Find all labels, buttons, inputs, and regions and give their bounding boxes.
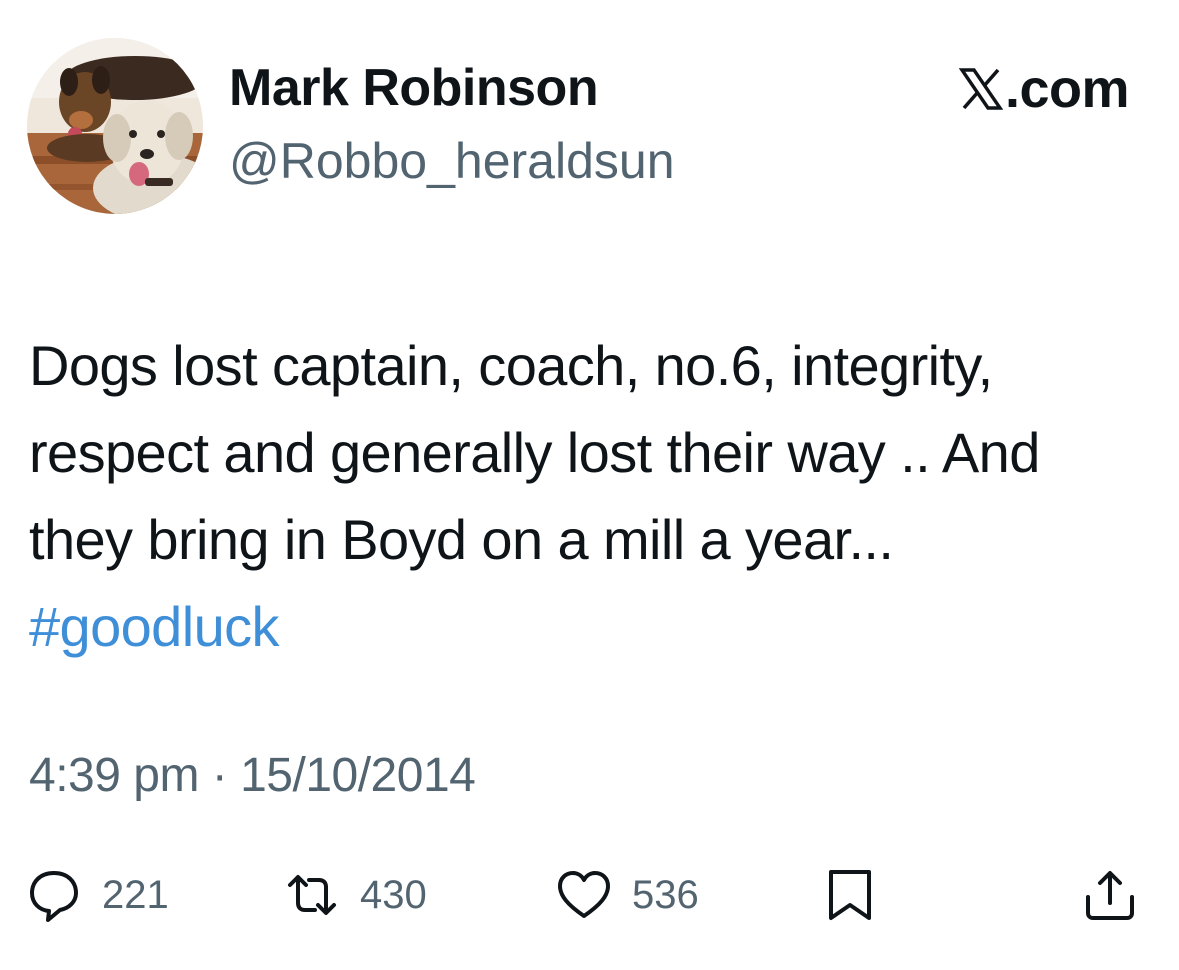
action-bar: 221 430 536 [0,860,1179,930]
bookmark-button[interactable] [822,860,878,930]
like-button[interactable]: 536 [556,860,699,930]
bookmark-icon [829,870,871,920]
tweet-timestamp: 4:39 pm · 15/10/2014 [29,748,476,803]
share-icon [1086,871,1134,920]
retweet-button[interactable]: 430 [284,860,427,930]
reply-count: 221 [102,872,169,917]
retweet-count: 430 [360,872,427,917]
retweet-icon [288,875,336,915]
reply-icon [30,871,78,922]
reply-button[interactable]: 221 [26,860,169,930]
author-display-name[interactable]: Mark Robinson [229,58,599,118]
share-button[interactable] [1082,860,1138,930]
author-handle[interactable]: @Robbo_heraldsun [229,132,675,190]
hashtag-link[interactable]: #goodluck [29,595,280,658]
tweet-text: Dogs lost captain, coach, no.6, integrit… [29,322,1149,670]
tweet-card: Mark Robinson @Robbo_heraldsun .com Dogs… [0,0,1179,970]
timestamp-separator: · [198,749,241,802]
x-logo-icon [958,68,1003,110]
like-count: 536 [632,872,699,917]
tweet-date[interactable]: 15/10/2014 [240,749,476,802]
brand-watermark: .com [958,58,1130,120]
tweet-time[interactable]: 4:39 pm [29,749,199,802]
tweet-body: Dogs lost captain, coach, no.6, integrit… [29,334,1040,571]
brand-label: .com [1004,59,1130,119]
avatar[interactable] [27,38,203,214]
heart-icon [558,871,610,918]
avatar-photo-icon [27,38,203,214]
